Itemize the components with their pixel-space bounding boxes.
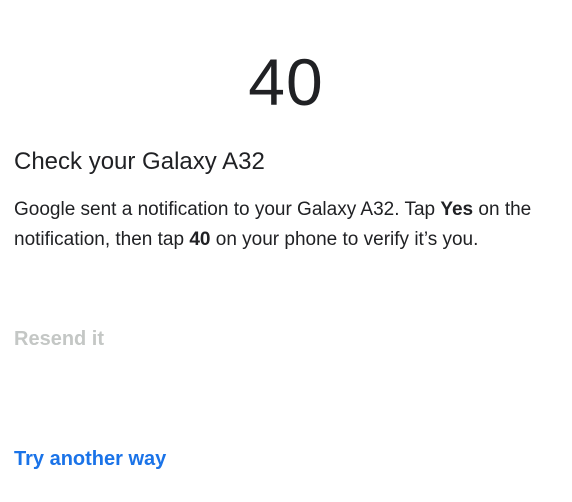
number-emphasis: 40: [189, 229, 211, 250]
yes-emphasis: Yes: [440, 199, 474, 220]
resend-button[interactable]: Resend it: [14, 324, 104, 354]
verification-number: 40: [248, 45, 324, 119]
instruction-text-part3: on your phone to verify it’s you.: [210, 229, 479, 250]
page-title: Check your Galaxy A32: [14, 148, 265, 175]
try-another-way-button[interactable]: Try another way: [14, 444, 166, 474]
instruction-text: Google sent a notification to your Galax…: [14, 195, 566, 255]
instruction-text-part1: Google sent a notification to your Galax…: [14, 199, 441, 220]
